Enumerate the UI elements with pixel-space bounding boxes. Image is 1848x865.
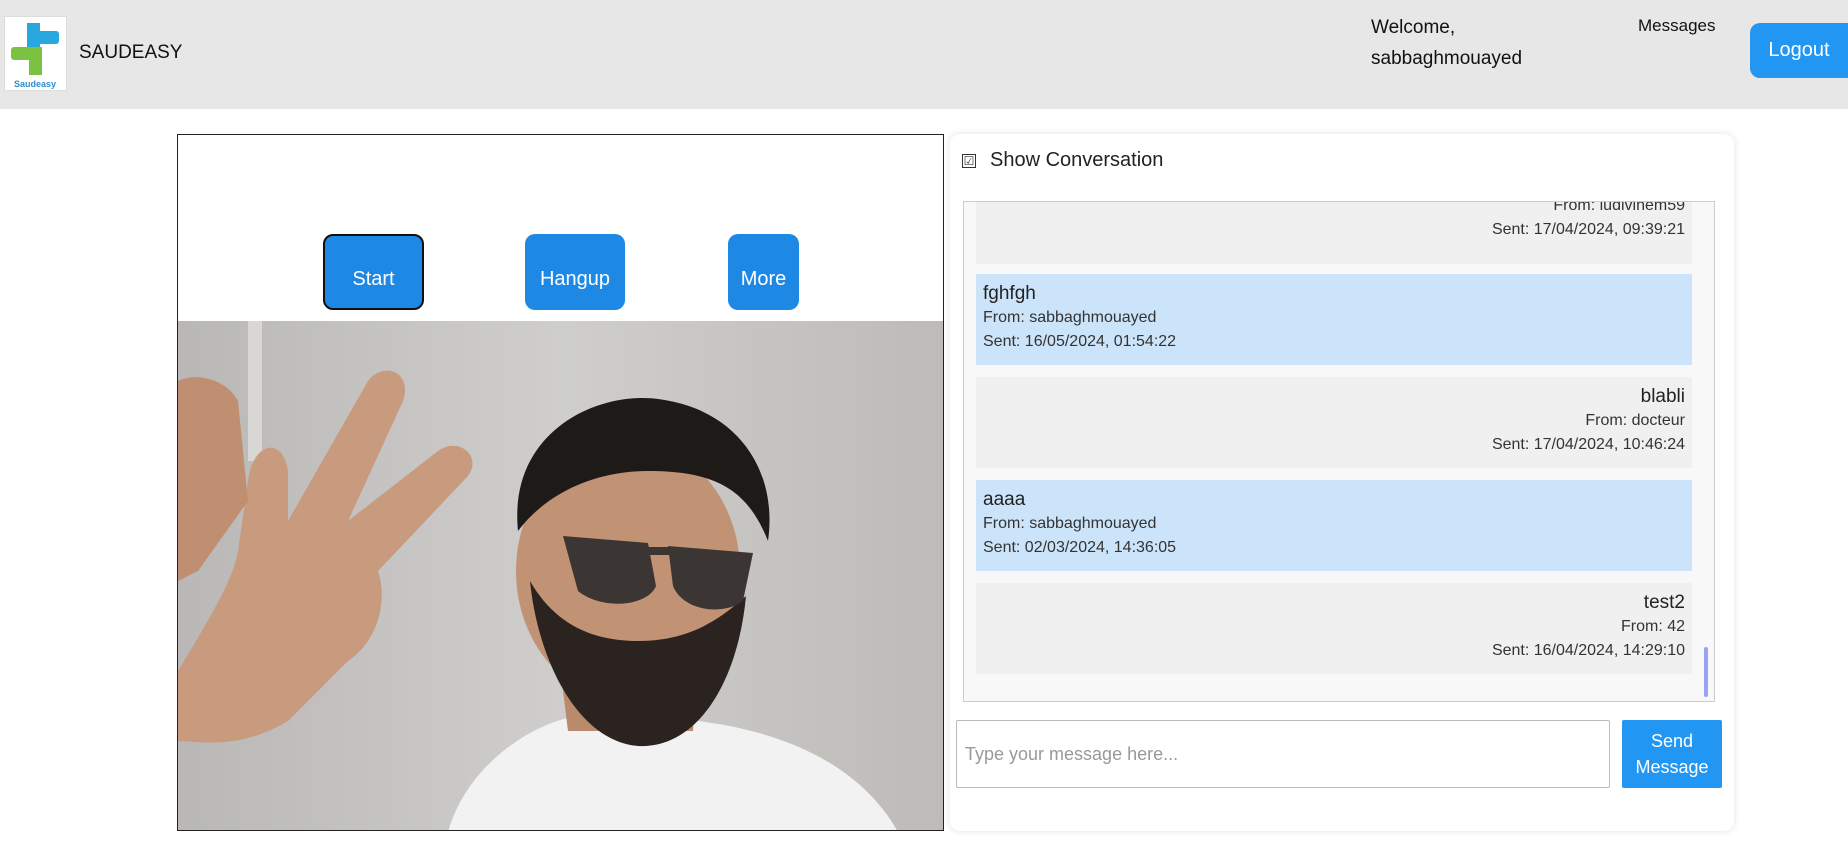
hangup-button[interactable]: Hangup bbox=[525, 234, 625, 310]
message-text: fghfgh bbox=[983, 283, 1036, 304]
chat-panel: ☑ Show Conversation From: ludivinem59 Se… bbox=[950, 134, 1734, 831]
message-from: From: docteur bbox=[1585, 412, 1685, 429]
show-conversation-toggle[interactable]: ☑ Show Conversation bbox=[962, 149, 1163, 172]
message-from: From: sabbaghmouayed bbox=[983, 309, 1157, 326]
brand-name: SAUDEASY bbox=[79, 42, 183, 63]
message-sent: Sent: 17/04/2024, 10:46:24 bbox=[1491, 436, 1685, 453]
message-text: aaaa bbox=[983, 489, 1026, 510]
message-item: test2 From: 42 Sent: 16/04/2024, 14:29:1… bbox=[976, 583, 1692, 674]
conversation-scrollbar[interactable] bbox=[1704, 647, 1708, 697]
message-text: test2 bbox=[1643, 592, 1685, 613]
top-nav-bar: Saudeasy SAUDEASY Welcome, sabbaghmouaye… bbox=[0, 0, 1848, 109]
logo-cross-icon: Saudeasy bbox=[11, 23, 59, 89]
logo-text: Saudeasy bbox=[14, 79, 56, 89]
video-call-panel: Start Hangup More bbox=[177, 134, 944, 831]
start-button[interactable]: Start bbox=[323, 234, 424, 310]
camera-video-feed[interactable] bbox=[178, 321, 944, 831]
messages-link[interactable]: Messages bbox=[1638, 16, 1715, 36]
checkbox-icon[interactable]: ☑ bbox=[962, 153, 976, 168]
message-input[interactable] bbox=[956, 720, 1610, 788]
message-from: From: sabbaghmouayed bbox=[983, 515, 1157, 532]
message-sent: Sent: 02/03/2024, 14:36:05 bbox=[983, 539, 1177, 556]
message-item: From: ludivinem59 Sent: 17/04/2024, 09:3… bbox=[976, 201, 1692, 264]
message-from: From: 42 bbox=[1620, 618, 1685, 635]
saudeasy-logo[interactable]: Saudeasy bbox=[4, 16, 67, 91]
logout-button[interactable]: Logout bbox=[1750, 23, 1848, 78]
message-item: aaaa From: sabbaghmouayed Sent: 02/03/20… bbox=[976, 480, 1692, 571]
welcome-text: Welcome, sabbaghmouayed bbox=[1371, 17, 1523, 69]
show-conversation-label: Show Conversation bbox=[990, 149, 1164, 171]
message-sent: Sent: 16/05/2024, 01:54:22 bbox=[983, 333, 1177, 350]
send-message-button[interactable]: Send Message bbox=[1622, 720, 1722, 788]
message-text: blabli bbox=[1640, 386, 1685, 407]
more-button[interactable]: More bbox=[728, 234, 799, 310]
conversation-list[interactable]: From: ludivinem59 Sent: 17/04/2024, 09:3… bbox=[963, 201, 1715, 702]
message-item: fghfgh From: sabbaghmouayed Sent: 16/05/… bbox=[976, 274, 1692, 365]
message-sent: Sent: 17/04/2024, 09:39:21 bbox=[1491, 221, 1685, 238]
message-sent: Sent: 16/04/2024, 14:29:10 bbox=[1491, 642, 1685, 659]
message-item: blabli From: docteur Sent: 17/04/2024, 1… bbox=[976, 377, 1692, 468]
message-from: From: ludivinem59 bbox=[1553, 201, 1685, 214]
